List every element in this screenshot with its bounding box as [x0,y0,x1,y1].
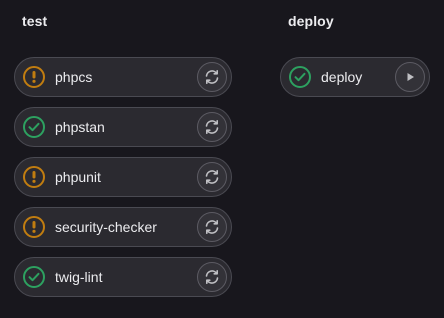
job-name: phpstan [55,119,105,135]
job-phpunit[interactable]: phpunit [14,157,232,197]
retry-button[interactable] [197,212,227,242]
retry-icon [205,120,219,134]
warning-icon [23,216,45,238]
play-button[interactable] [395,62,425,92]
retry-button[interactable] [197,112,227,142]
check-icon [23,116,45,138]
retry-button[interactable] [197,162,227,192]
retry-icon [205,270,219,284]
job-name: security-checker [55,219,157,235]
retry-button[interactable] [197,262,227,292]
play-icon [407,73,414,81]
retry-button[interactable] [197,62,227,92]
stage-title: test [22,13,48,29]
job-name: deploy [321,69,363,85]
job-phpstan[interactable]: phpstan [14,107,232,147]
warning-icon [23,166,45,188]
job-security-checker[interactable]: security-checker [14,207,232,247]
job-twig-lint[interactable]: twig-lint [14,257,232,297]
stage-title: deploy [288,13,334,29]
check-icon [23,266,45,288]
warning-icon [23,66,45,88]
retry-icon [205,170,219,184]
job-name: twig-lint [55,269,103,285]
retry-icon [205,70,219,84]
retry-icon [205,220,219,234]
check-icon [289,66,311,88]
job-deploy[interactable]: deploy [280,57,430,97]
job-name: phpunit [55,169,101,185]
job-name: phpcs [55,69,93,85]
job-phpcs[interactable]: phpcs [14,57,232,97]
